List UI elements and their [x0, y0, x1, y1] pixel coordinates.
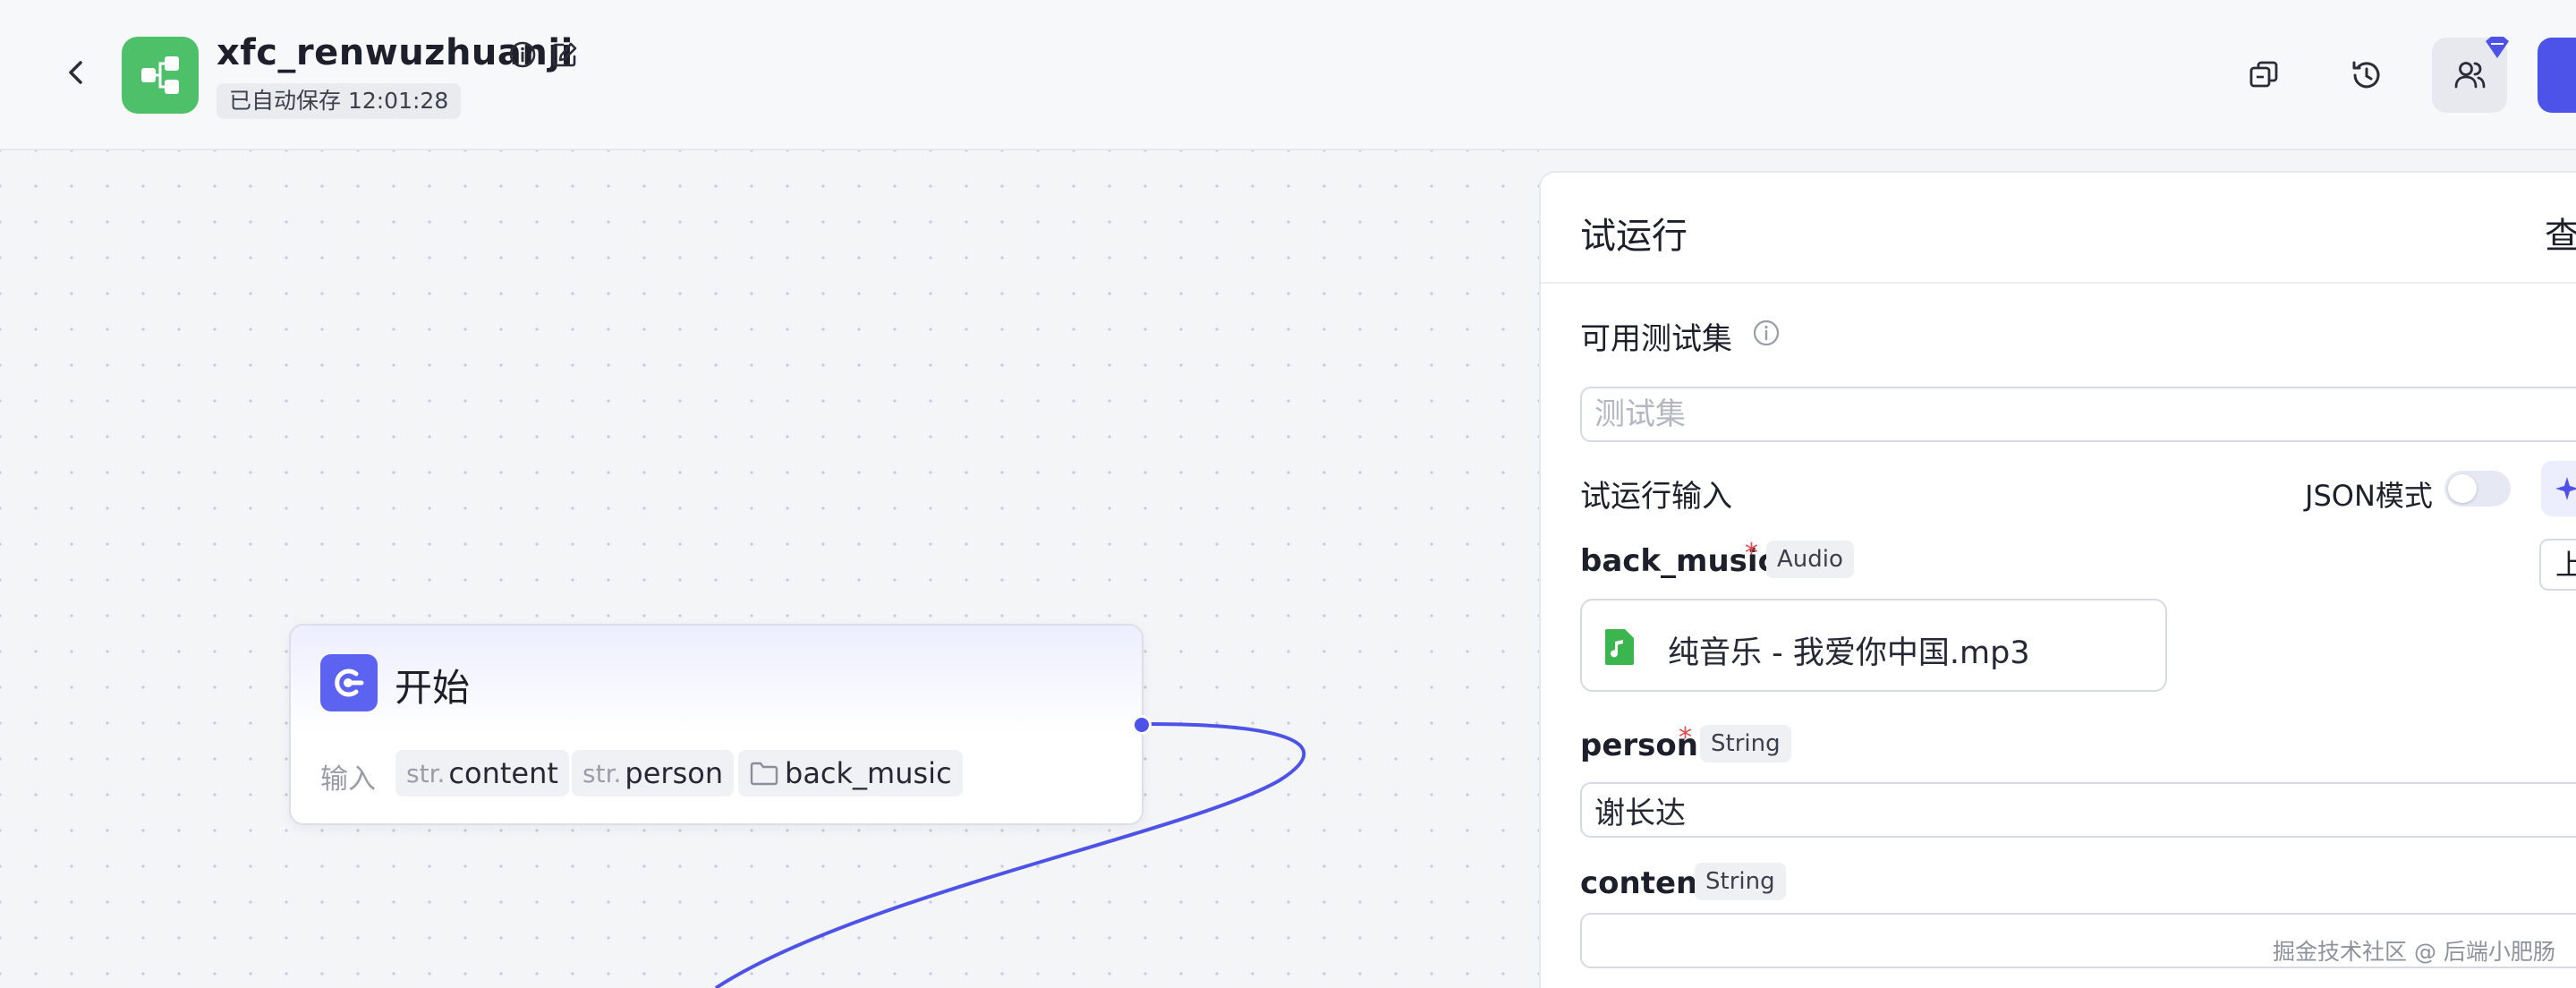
variable-type-prefix: str. [406, 758, 446, 788]
ai-generate-button[interactable] [2541, 461, 2576, 516]
folder-icon [750, 762, 778, 786]
audio-file-icon [1605, 629, 1634, 665]
start-node-title: 开始 [395, 666, 471, 710]
upload-button[interactable]: 上 [2539, 539, 2576, 591]
workflow-logo [122, 37, 199, 114]
audio-file-card[interactable]: 纯音乐 - 我爱你中国.mp3 [1580, 599, 2167, 692]
required-mark: * [1679, 722, 1692, 754]
workflow-icon [141, 56, 179, 94]
premium-diamond-icon [2486, 37, 2509, 58]
field-name-person: person * [1580, 722, 1698, 763]
person-input-field[interactable] [1580, 782, 2576, 838]
variable-name: person [625, 756, 724, 790]
copy-button[interactable] [2226, 38, 2301, 113]
start-node-output-port[interactable] [1132, 715, 1152, 735]
field-name-back-music: back_music * [1580, 538, 1776, 579]
panel-view-action[interactable]: 查 [2545, 207, 2576, 259]
testset-label: 可用测试集 [1580, 321, 1732, 357]
variable-type-prefix: str. [582, 758, 622, 788]
watermark: 掘金技术社区 @ 后端小肥肠 [2273, 939, 2555, 965]
start-node-icon [320, 654, 378, 711]
json-mode-toggle[interactable] [2444, 471, 2511, 507]
info-icon [509, 41, 536, 68]
info-button[interactable] [507, 39, 538, 70]
edit-icon [552, 42, 577, 67]
person-input[interactable] [1582, 784, 2576, 836]
variable-name: content [448, 756, 558, 790]
edit-button[interactable] [549, 39, 580, 70]
node-input-label: 输入 [320, 763, 376, 796]
testset-input[interactable] [1582, 388, 2576, 440]
run-input-label: 试运行输入 [1580, 479, 1732, 515]
chevron-left-icon [69, 61, 82, 84]
history-button[interactable] [2329, 38, 2404, 113]
start-node[interactable]: 开始 输入 str. content str. person back_musi… [289, 624, 1143, 825]
info-icon[interactable] [1751, 318, 1781, 348]
node-variable-person[interactable]: str. person [572, 750, 735, 796]
json-mode-label: JSON模式 [2305, 479, 2433, 513]
panel-title: 试运行 [1580, 216, 1688, 257]
back-button[interactable] [55, 52, 97, 93]
test-run-panel: 试运行 查 可用测试集 试运行输入 JSON模式 back_music* Aud… [1539, 171, 2576, 988]
type-tag-audio: Audio [1766, 541, 1854, 578]
type-tag-string: String [1700, 725, 1791, 762]
sparkle-icon [2555, 477, 2576, 500]
publish-button[interactable] [2538, 38, 2576, 113]
node-variable-content[interactable]: str. content [395, 750, 569, 796]
autosave-status: 已自动保存 12:01:28 [217, 83, 462, 119]
node-variable-back-music[interactable]: back_music [738, 750, 963, 796]
field-name-content: content [1580, 865, 1713, 901]
copy-icon [2249, 61, 2278, 88]
audio-file-name: 纯音乐 - 我爱你中国.mp3 [1668, 635, 2030, 671]
field-name-text: content [1580, 865, 1713, 901]
workflow-canvas[interactable] [0, 150, 1539, 988]
testset-select[interactable] [1580, 387, 2576, 442]
required-mark: * [1745, 538, 1758, 569]
history-icon [2352, 61, 2380, 89]
users-icon [2454, 62, 2486, 89]
type-tag-string: String [1695, 863, 1786, 900]
start-icon [335, 669, 364, 697]
panel-divider [1541, 282, 2576, 284]
variable-name: back_music [785, 756, 952, 790]
top-bar: xfc_renwuzhuanji 已自动保存 12:01:28 [0, 0, 2576, 150]
